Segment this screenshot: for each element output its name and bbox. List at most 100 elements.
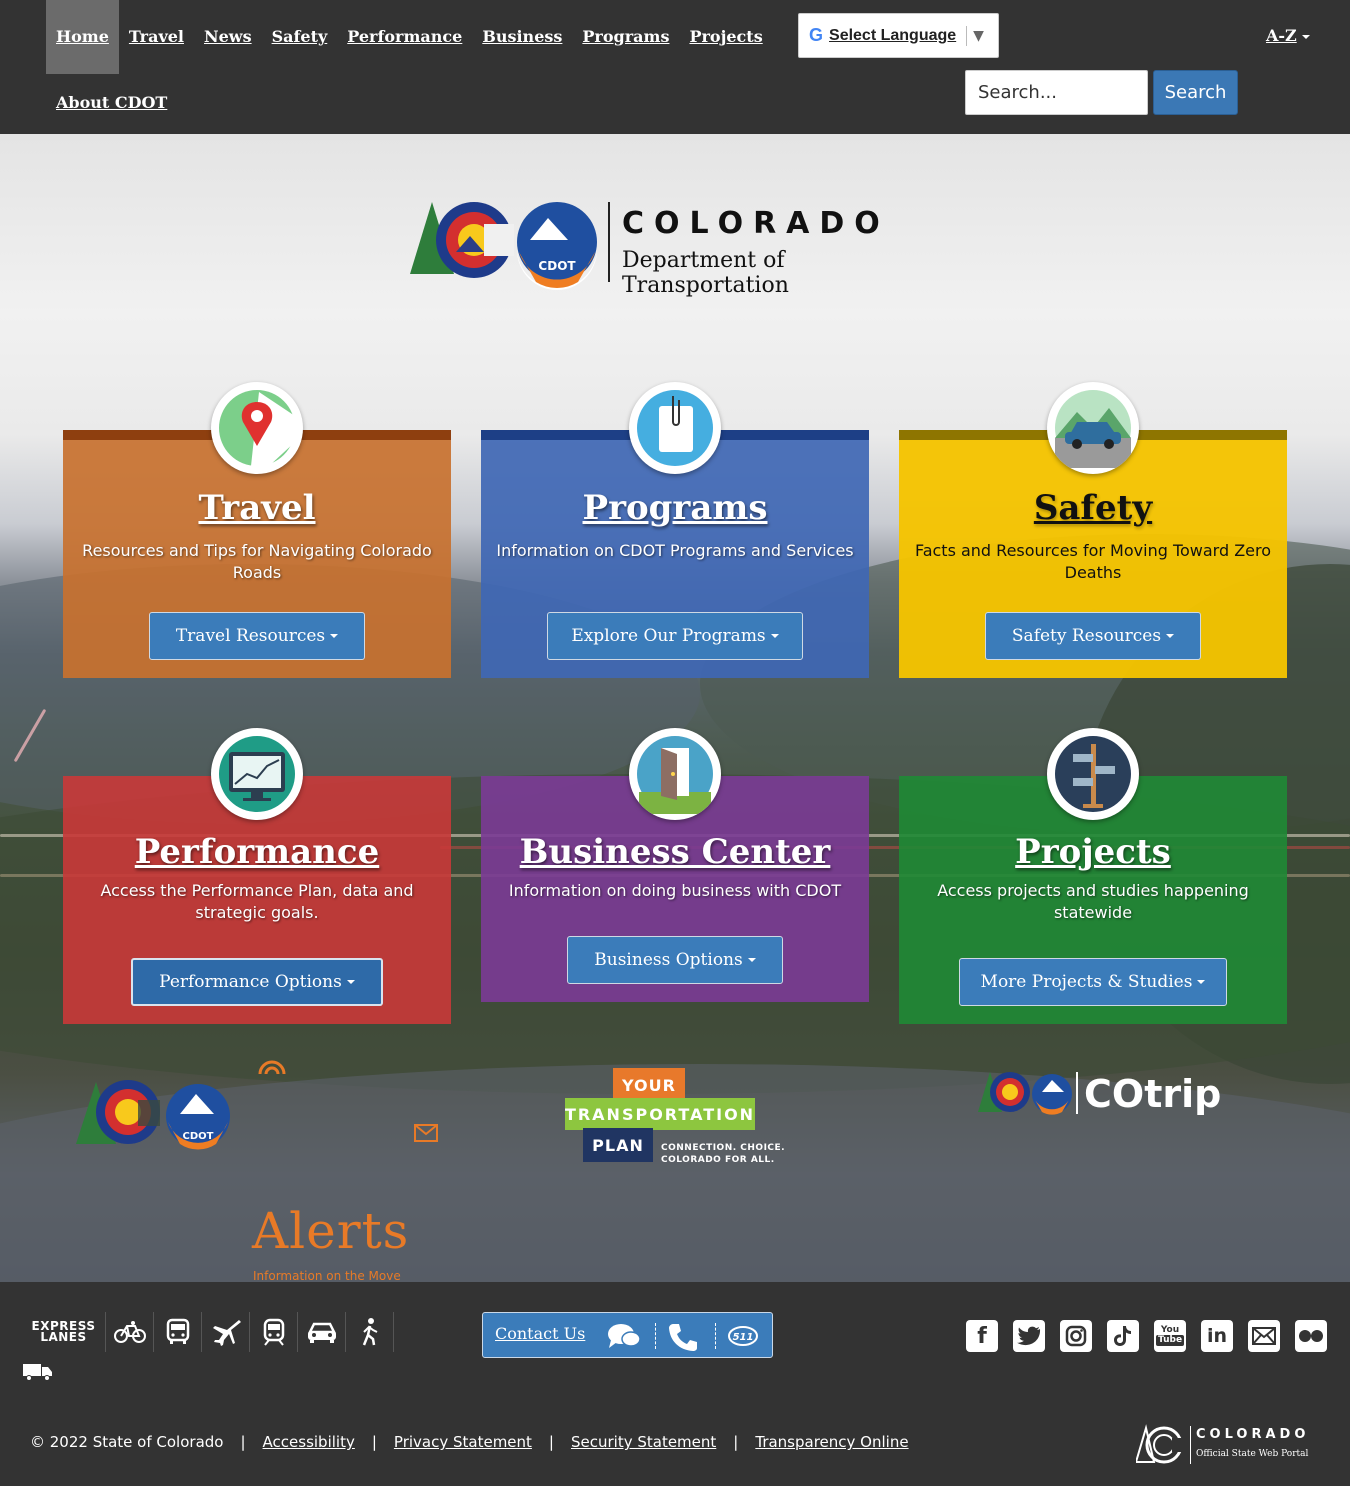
language-label: Select Language [829, 26, 957, 44]
transportation-plan-link[interactable]: YOUR TRANSPORTATION PLAN CONNECTION. CHO… [565, 1068, 795, 1178]
card-title-business-center[interactable]: Business Center [481, 832, 869, 872]
train-icon [263, 1318, 284, 1346]
language-divider [966, 25, 968, 46]
bus-link[interactable] [154, 1312, 202, 1352]
cdot-logo[interactable]: CDOT COLORADO Department of Transportati… [408, 200, 948, 298]
security-statement-link[interactable]: Security Statement [571, 1433, 716, 1451]
linkedin-icon[interactable]: in [1201, 1320, 1233, 1352]
nav-travel[interactable]: Travel [119, 0, 194, 74]
freight-link[interactable] [22, 1362, 54, 1386]
colorado-c-outline-icon [1136, 1424, 1186, 1464]
email-icon[interactable] [1248, 1320, 1280, 1352]
nav-business[interactable]: Business [472, 0, 572, 74]
card-title-safety[interactable]: Safety [899, 488, 1287, 528]
az-label: A-Z [1266, 26, 1297, 45]
search-button[interactable]: Search [1153, 70, 1238, 115]
card-travel: Travel Resources and Tips for Navigating… [63, 382, 451, 678]
ytp-tagline-1: CONNECTION. CHOICE. [661, 1143, 786, 1153]
logo-divider [608, 202, 610, 282]
flickr-icon[interactable] [1295, 1320, 1327, 1352]
map-pin-icon [211, 382, 303, 474]
card-desc-projects: Access projects and studies happening st… [937, 881, 1249, 922]
contact-us-link[interactable]: Contact Us [495, 1324, 585, 1343]
accessibility-link[interactable]: Accessibility [263, 1433, 355, 1451]
button-label: Business Options [594, 950, 743, 970]
twitter-icon[interactable] [1013, 1320, 1045, 1352]
phone-icon[interactable] [667, 1322, 699, 1352]
express-lanes-icon: EXPRESS LANES [31, 1319, 96, 1344]
nav-safety[interactable]: Safety [262, 0, 338, 74]
card-title-projects[interactable]: Projects [899, 832, 1287, 872]
performance-options-button[interactable]: Performance Options [131, 958, 383, 1006]
separator: | [371, 1433, 377, 1451]
card-projects: Projects Access projects and studies hap… [899, 728, 1287, 1024]
ytp-your: YOUR [613, 1068, 685, 1102]
social-links: f You Tube in [966, 1320, 1327, 1352]
nav-performance[interactable]: Performance [337, 0, 472, 74]
portal-title: COLORADO [1196, 1427, 1310, 1442]
contact-divider [715, 1323, 716, 1349]
ytp-transportation: TRANSPORTATION [565, 1098, 755, 1130]
nav-about-cdot[interactable]: About CDOT [56, 93, 167, 112]
caret-down-icon [770, 634, 779, 638]
card-title-programs[interactable]: Programs [481, 488, 869, 528]
511-icon[interactable]: 511 [727, 1324, 759, 1348]
card-safety: Safety Facts and Resources for Moving To… [899, 382, 1287, 678]
caret-down-icon [346, 980, 355, 984]
train-link[interactable] [250, 1312, 298, 1352]
main-nav: Home Travel News Safety Performance Busi… [46, 0, 773, 74]
clipboard-icon [629, 382, 721, 474]
car-link[interactable] [298, 1312, 346, 1352]
separator: | [548, 1433, 554, 1451]
alerts-subtitle: Information on the Move [253, 1269, 401, 1282]
instagram-icon[interactable] [1060, 1320, 1092, 1352]
youtube-icon[interactable]: You Tube [1154, 1320, 1186, 1352]
portal-subtitle: Official State Web Portal [1196, 1449, 1309, 1459]
511-text: 511 [733, 1332, 754, 1343]
facebook-icon[interactable]: f [966, 1320, 998, 1352]
search-input[interactable] [965, 70, 1148, 115]
car-icon [307, 1322, 336, 1343]
more-projects-button[interactable]: More Projects & Studies [959, 958, 1227, 1006]
card-desc-programs: Information on CDOT Programs and Service… [496, 541, 854, 560]
airplane-link[interactable] [202, 1312, 250, 1352]
business-options-button[interactable]: Business Options [567, 936, 783, 984]
hero-section: CDOT COLORADO Department of Transportati… [0, 134, 1350, 1282]
monitor-chart-icon [211, 728, 303, 820]
bike-link[interactable] [106, 1312, 154, 1352]
colorado-portal-logo[interactable]: COLORADO Official State Web Portal [1136, 1424, 1326, 1468]
az-dropdown[interactable]: A-Z [1266, 26, 1310, 45]
travel-resources-button[interactable]: Travel Resources [149, 612, 365, 660]
transparency-online-link[interactable]: Transparency Online [755, 1433, 908, 1451]
ytp-tagline: CONNECTION. CHOICE. COLORADO FOR ALL. [661, 1142, 785, 1166]
caret-down-icon [747, 958, 756, 962]
privacy-statement-link[interactable]: Privacy Statement [394, 1433, 532, 1451]
bicycle-icon [113, 1321, 146, 1343]
legal-links: © 2022 State of Colorado | Accessibility… [30, 1433, 909, 1451]
card-desc-business-center: Information on doing business with CDOT [508, 881, 842, 900]
chat-icon[interactable] [607, 1322, 641, 1350]
truck-icon [23, 1364, 52, 1381]
tiktok-icon[interactable] [1107, 1320, 1139, 1352]
nav-home[interactable]: Home [46, 0, 119, 74]
caret-down-icon [330, 634, 339, 638]
bus-icon [166, 1318, 189, 1344]
cotrip-title: COtrip [1084, 1072, 1222, 1116]
explore-programs-button[interactable]: Explore Our Programs [547, 612, 803, 660]
cdot-badge-text: CDOT [538, 259, 576, 273]
cdot-badge-text: CDOT [183, 1131, 214, 1142]
caret-down-icon [1301, 34, 1310, 39]
safety-resources-button[interactable]: Safety Resources [985, 612, 1201, 660]
card-title-travel[interactable]: Travel [63, 488, 451, 528]
card-desc-safety: Facts and Resources for Moving Toward Ze… [914, 541, 1272, 582]
card-title-performance[interactable]: Performance [63, 832, 451, 872]
portal-divider [1190, 1426, 1191, 1464]
express-lanes-link[interactable]: EXPRESS LANES [22, 1312, 106, 1352]
nav-programs[interactable]: Programs [572, 0, 679, 74]
logo-colorado-text: COLORADO [622, 206, 890, 241]
colorado-c-logo-icon: CDOT [76, 1080, 230, 1150]
nav-news[interactable]: News [194, 0, 262, 74]
pedestrian-link[interactable] [346, 1312, 394, 1352]
nav-projects[interactable]: Projects [679, 0, 772, 74]
language-selector[interactable]: G Select Language ▼ [798, 13, 999, 58]
